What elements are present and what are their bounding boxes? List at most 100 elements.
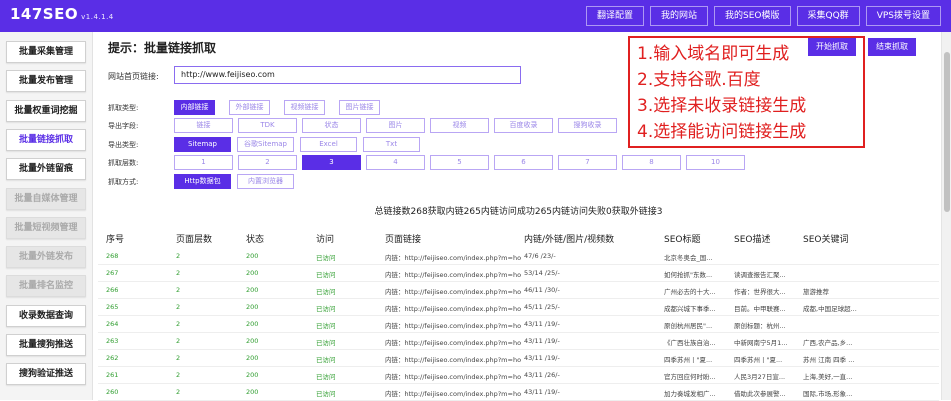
table-row[interactable]: 261 2 200 已访问 内链：http://feijiseo.com/index.p… <box>98 367 939 384</box>
table-cell: 200 <box>246 371 259 379</box>
table-row[interactable]: 268 2 200 已访问 内链：http://feijiseo.com/index.p… <box>98 248 939 265</box>
table-cell: 2 <box>176 252 181 260</box>
sidebar-item[interactable]: 批量权重词挖掘 <box>6 99 86 122</box>
table-row[interactable]: 267 2 200 已访问 内链：http://feijiseo.com/index.p… <box>98 265 939 282</box>
option-export-fields[interactable]: TDK <box>238 118 297 133</box>
sidebar-item[interactable]: 批量短视频管理 <box>6 216 86 239</box>
table-cell: 内链：http://feijiseo.com/index.php?m=hon <box>385 322 521 330</box>
table-header-cell: 访问 <box>316 235 335 245</box>
scrollbar-thumb[interactable] <box>944 52 950 212</box>
table-cell: 国际,市场,形象... <box>803 390 853 398</box>
table-cell: 中新网南宁5月1... <box>734 339 788 347</box>
top-nav: 翻译配置 我的网站 我的SEO模版 采集QQ群 VPS拨号设置 <box>586 6 941 26</box>
option-crawl-method[interactable]: 内置浏览器 <box>237 174 294 189</box>
option-export-type[interactable]: 谷歌Sitemap <box>237 137 294 152</box>
top-nav-item[interactable]: 我的SEO模版 <box>714 6 791 26</box>
sidebar-item[interactable]: 批量搜狗推送 <box>6 334 86 356</box>
option-crawl-depth[interactable]: 8 <box>622 155 681 170</box>
table-cell: 人民3月27日宣... <box>734 373 786 381</box>
table-cell: 200 <box>246 337 259 345</box>
option-label: 导出类型: <box>108 141 139 149</box>
sidebar-item[interactable]: 批量链接抓取 <box>6 128 86 151</box>
table-cell: 原创杭州居民"... <box>664 322 713 330</box>
table-cell: 成都,中国足球超... <box>803 305 857 313</box>
option-crawl-type[interactable]: 视频链接 <box>284 100 325 115</box>
option-crawl-type[interactable]: 外部链接 <box>229 100 270 115</box>
top-nav-item[interactable]: VPS拨号设置 <box>865 6 941 26</box>
option-label: 抓取类型: <box>108 104 139 112</box>
sidebar-item[interactable]: 批量外链发布 <box>6 246 86 269</box>
table-cell: 内链：http://feijiseo.com/index.php?m=hon <box>385 305 521 313</box>
option-export-fields[interactable]: 图片 <box>366 118 425 133</box>
app-name: 147SEO <box>10 5 79 23</box>
table-cell: 261 <box>106 371 119 379</box>
option-export-fields[interactable]: 状态 <box>302 118 361 133</box>
option-export-fields[interactable]: 百度收录 <box>494 118 553 133</box>
top-nav-item[interactable]: 我的网站 <box>650 6 709 26</box>
table-cell: 借助此次参展警... <box>734 390 786 398</box>
table-cell: 如何抢抓"东数... <box>664 271 713 279</box>
table-cell: 267 <box>106 269 119 277</box>
table-row[interactable]: 266 2 200 已访问 内链：http://feijiseo.com/index.p… <box>98 282 939 299</box>
option-export-type[interactable]: Sitemap <box>174 137 231 152</box>
table-row[interactable]: 262 2 200 已访问 内链：http://feijiseo.com/index.p… <box>98 350 939 367</box>
table-header-cell: 内链/外链/图片/视频数 <box>524 235 615 245</box>
sidebar-item[interactable]: 批量外链留痕 <box>6 158 86 181</box>
table-cell: 已访问 <box>316 356 336 364</box>
vertical-scrollbar[interactable] <box>941 32 951 400</box>
option-export-fields[interactable]: 链接 <box>174 118 233 133</box>
table-header-cell: 页面链接 <box>385 235 422 245</box>
option-crawl-method[interactable]: Http数据包 <box>174 174 231 189</box>
page-title: 提示：批量链接抓取 <box>108 41 217 55</box>
table-cell: 2 <box>176 320 181 328</box>
table-cell: 四季苏州丨"夏... <box>664 356 713 364</box>
table-cell: 263 <box>106 337 119 345</box>
option-export-type[interactable]: Excel <box>300 137 357 152</box>
app-version: v1.4.1.4 <box>81 13 114 21</box>
table-cell: 成都兴城下事季... <box>664 305 716 313</box>
sidebar-item[interactable]: 批量发布管理 <box>6 70 86 93</box>
sidebar-item[interactable]: 收录数据查询 <box>6 304 86 327</box>
table-cell: 官方回应何时盼... <box>664 373 716 381</box>
sidebar-item[interactable]: 批量排名监控 <box>6 275 86 298</box>
option-crawl-depth[interactable]: 5 <box>430 155 489 170</box>
table-row[interactable]: 265 2 200 已访问 内链：http://feijiseo.com/index.p… <box>98 299 939 316</box>
table-row[interactable]: 264 2 200 已访问 内链：http://feijiseo.com/index.p… <box>98 316 939 333</box>
option-export-fields[interactable]: 搜狗收录 <box>558 118 617 133</box>
option-crawl-type[interactable]: 图片链接 <box>339 100 380 115</box>
option-export-fields[interactable]: 视频 <box>430 118 489 133</box>
table-cell: 苏州 江南 四季 ... <box>803 356 855 364</box>
option-export-type[interactable]: Txt <box>363 137 420 152</box>
stop-crawl-button[interactable]: 结束抓取 <box>868 38 916 56</box>
table-row[interactable]: 263 2 200 已访问 内链：http://feijiseo.com/index.p… <box>98 333 939 350</box>
table-cell: 200 <box>246 354 259 362</box>
table-cell: 2 <box>176 286 181 294</box>
option-crawl-depth[interactable]: 6 <box>494 155 553 170</box>
option-crawl-depth[interactable]: 3 <box>302 155 361 170</box>
start-crawl-button[interactable]: 开始抓取 <box>808 38 856 56</box>
sidebar-item[interactable]: 批量采集管理 <box>6 41 86 63</box>
table-cell: 43/11 /19/- <box>524 388 560 396</box>
top-nav-item[interactable]: 采集QQ群 <box>796 6 860 26</box>
table-cell: 已访问 <box>316 339 336 347</box>
table-cell: 200 <box>246 252 259 260</box>
option-crawl-depth[interactable]: 7 <box>558 155 617 170</box>
option-crawl-depth[interactable]: 10 <box>686 155 745 170</box>
option-crawl-depth[interactable]: 4 <box>366 155 425 170</box>
crawl-summary: 总链接数268获取内链265内链访问成功265内链访问失败0获取外链接3 <box>374 207 663 217</box>
sidebar-item[interactable]: 批量自媒体管理 <box>6 187 86 210</box>
table-header-cell: 序号 <box>106 235 125 245</box>
top-nav-item[interactable]: 翻译配置 <box>586 6 645 26</box>
table-cell: 200 <box>246 303 259 311</box>
table-cell: 已访问 <box>316 390 336 398</box>
table-cell: 内链：http://feijiseo.com/index.php?m=hon <box>385 356 521 364</box>
table-cell: 200 <box>246 320 259 328</box>
url-input[interactable]: http://www.feijiseo.com <box>174 66 521 84</box>
option-crawl-depth[interactable]: 1 <box>174 155 233 170</box>
option-crawl-depth[interactable]: 2 <box>238 155 297 170</box>
sidebar-item[interactable]: 搜狗验证推送 <box>6 363 86 386</box>
option-crawl-type[interactable]: 内部链接 <box>174 100 215 115</box>
table-cell: 内链：http://feijiseo.com/index.php?m=hon <box>385 288 521 296</box>
table-cell: 260 <box>106 388 119 396</box>
table-row[interactable]: 260 2 200 已访问 内链：http://feijiseo.com/index.p… <box>98 384 939 401</box>
